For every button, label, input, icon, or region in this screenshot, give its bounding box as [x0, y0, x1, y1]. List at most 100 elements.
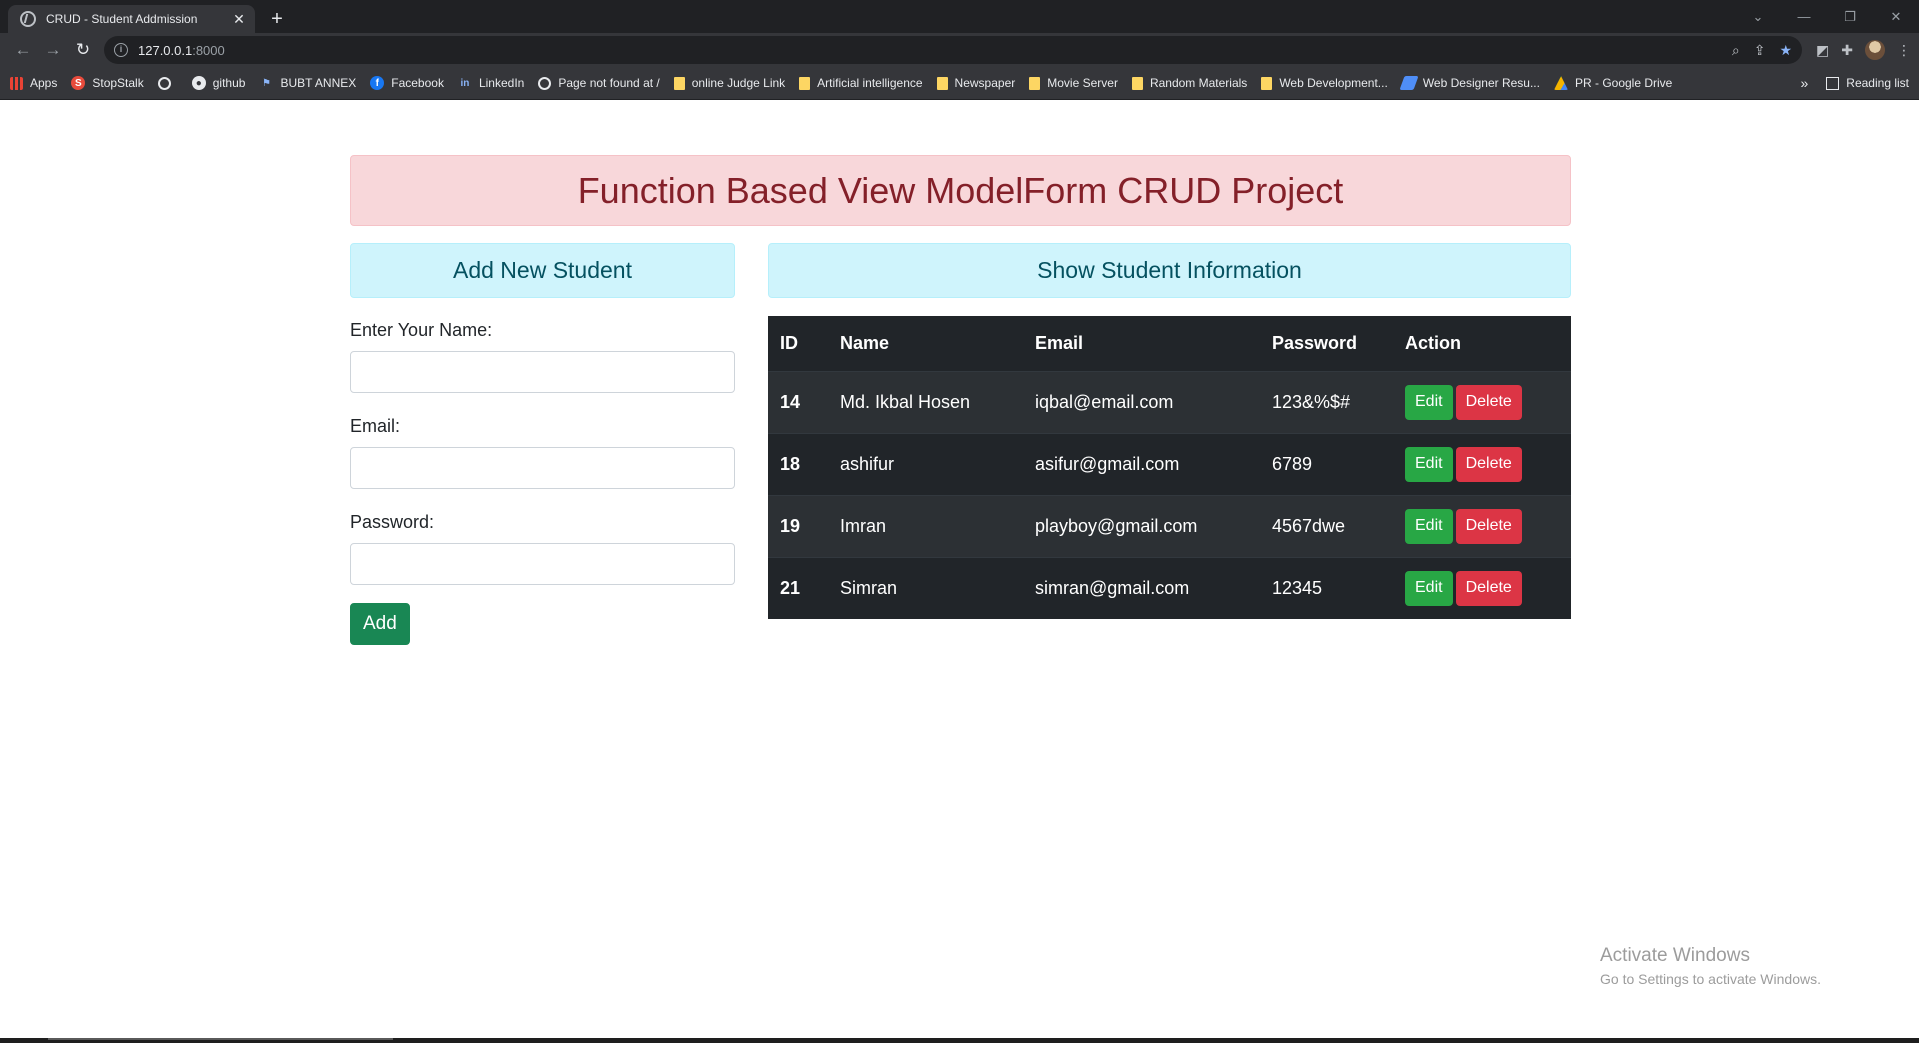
cell-password: 6789 [1260, 432, 1393, 495]
puzzle-extensions-icon[interactable]: ✚ [1841, 42, 1853, 59]
globe-icon [538, 76, 552, 90]
browser-tab-strip: CRUD - Student Addmission ✕ + ⌄ — ❐ ✕ [0, 0, 1919, 33]
delete-button[interactable]: Delete [1455, 446, 1522, 482]
edit-button[interactable]: Edit [1405, 570, 1453, 606]
add-button[interactable]: Add [350, 603, 410, 645]
bookmark-web-development[interactable]: Web Development... [1261, 76, 1388, 90]
cell-password: 12345 [1260, 556, 1393, 619]
delete-button[interactable]: Delete [1455, 384, 1522, 420]
page-content: Function Based View ModelForm CRUD Proje… [0, 100, 1919, 1035]
extension-icon[interactable]: ◩ [1816, 42, 1829, 59]
page-title: Function Based View ModelForm CRUD Proje… [350, 155, 1571, 226]
cell-action: Edit Delete [1393, 494, 1571, 557]
edit-button[interactable]: Edit [1405, 446, 1453, 482]
bookmark-bubt-annex[interactable]: ⚑ BUBT ANNEX [259, 76, 356, 90]
github-icon: ● [191, 76, 206, 90]
cell-id: 14 [768, 370, 828, 433]
edit-button[interactable]: Edit [1405, 384, 1453, 420]
table-header-row: ID Name Email Password Action [768, 316, 1571, 372]
bookmark-online-judge[interactable]: online Judge Link [673, 76, 785, 90]
bookmark-stopstalk[interactable]: S StopStalk [71, 76, 144, 90]
bookmark-apps[interactable]: Apps [10, 76, 57, 90]
password-label: Password: [350, 512, 435, 532]
reading-list-button[interactable]: Reading list [1826, 76, 1909, 90]
cell-action: Edit Delete [1393, 556, 1571, 619]
student-info-column: Show Student Information ID Name Email P… [768, 243, 1571, 619]
bookmark-globe[interactable] [157, 76, 178, 90]
name-label: Enter Your Name: [350, 320, 493, 340]
bookmark-web-designer[interactable]: Web Designer Resu... [1399, 76, 1540, 90]
email-label: Email: [350, 416, 401, 436]
close-window-icon[interactable]: ✕ [1873, 9, 1919, 25]
activate-windows-title: Activate Windows [1600, 945, 1750, 966]
name-input[interactable] [350, 351, 735, 393]
bookmark-movie-server[interactable]: Movie Server [1029, 76, 1118, 90]
apps-grid-icon [10, 76, 23, 90]
bookmark-ai[interactable]: Artificial intelligence [799, 76, 923, 90]
bookmark-github[interactable]: ● github [191, 76, 245, 90]
column-header-email: Email [1023, 316, 1260, 372]
profile-avatar[interactable] [1865, 40, 1885, 60]
tab-close-icon[interactable]: ✕ [231, 11, 247, 28]
bubt-icon: ⚑ [261, 77, 271, 89]
cell-password: 123&%$# [1260, 370, 1393, 433]
add-student-form: Enter Your Name: Email: Password: Add [350, 320, 735, 645]
folder-icon [673, 76, 685, 90]
bookmarks-bar: Apps S StopStalk ● github ⚑ BUBT ANNEX f Fac… [0, 67, 1919, 100]
web-designer-icon [1399, 76, 1419, 90]
new-tab-button[interactable]: + [263, 5, 291, 33]
folder-icon [1261, 76, 1273, 90]
reload-icon[interactable]: ↻ [68, 36, 98, 64]
cell-email: simran@gmail.com [1023, 556, 1260, 619]
globe-icon [157, 76, 171, 90]
cell-name: ashifur [828, 432, 1023, 495]
cell-action: Edit Delete [1393, 432, 1571, 495]
bookmark-star-icon[interactable]: ★ [1779, 42, 1792, 59]
windows-activation-watermark: Activate Windows Go to Settings to activ… [1600, 945, 1821, 987]
student-info-heading: Show Student Information [768, 243, 1571, 298]
bookmark-google-drive[interactable]: PR - Google Drive [1553, 76, 1672, 90]
restore-icon[interactable]: ❐ [1827, 9, 1873, 25]
cell-password: 4567dwe [1260, 494, 1393, 557]
cell-action: Edit Delete [1393, 370, 1571, 433]
folder-icon [936, 76, 948, 90]
site-info-icon[interactable]: i [114, 43, 128, 57]
facebook-icon: f [370, 76, 385, 90]
column-header-name: Name [828, 316, 1023, 372]
cell-id: 21 [768, 556, 828, 619]
tab-search-icon[interactable]: ⌄ [1735, 9, 1781, 25]
edit-button[interactable]: Edit [1405, 508, 1453, 544]
zoom-icon[interactable]: ⌕ [1732, 42, 1740, 59]
table-row: 18 ashifur asifur@gmail.com 6789 Edit Del… [768, 432, 1571, 495]
password-input[interactable] [350, 543, 735, 585]
cell-email: playboy@gmail.com [1023, 494, 1260, 557]
menu-kebab-icon[interactable]: ⋮ [1897, 42, 1911, 59]
address-bar[interactable]: i 127.0.0.1:8000 ⌕ ⇪ ★ [104, 36, 1803, 64]
delete-button[interactable]: Delete [1455, 508, 1522, 544]
column-header-action: Action [1393, 316, 1571, 372]
minimize-icon[interactable]: — [1781, 9, 1827, 24]
linkedin-icon: in [460, 77, 470, 89]
add-student-heading: Add New Student [350, 243, 735, 298]
activate-windows-subtitle: Go to Settings to activate Windows. [1600, 971, 1821, 987]
delete-button[interactable]: Delete [1455, 570, 1522, 606]
bookmark-page-not-found[interactable]: Page not found at / [538, 76, 660, 90]
tab-favicon-icon [20, 11, 36, 27]
email-input[interactable] [350, 447, 735, 489]
bookmark-linkedin[interactable]: in LinkedIn [458, 76, 525, 90]
forward-arrow-icon[interactable]: → [38, 36, 68, 64]
bookmark-newspaper[interactable]: Newspaper [936, 76, 1015, 90]
table-row: 21 Simran simran@gmail.com 12345 Edit Del… [768, 556, 1571, 619]
cell-name: Simran [828, 556, 1023, 619]
window-controls: ⌄ — ❐ ✕ [1735, 0, 1919, 33]
bookmark-random-materials[interactable]: Random Materials [1131, 76, 1247, 90]
browser-tab-active[interactable]: CRUD - Student Addmission ✕ [8, 5, 255, 33]
students-table: ID Name Email Password Action 14 Md. Ikb… [768, 316, 1571, 619]
folder-icon [1029, 76, 1041, 90]
taskbar-edge [0, 1038, 1919, 1043]
share-icon[interactable]: ⇪ [1754, 42, 1766, 59]
bookmarks-overflow-icon[interactable]: » [1801, 75, 1809, 91]
bookmark-facebook[interactable]: f Facebook [370, 76, 444, 90]
back-arrow-icon[interactable]: ← [8, 36, 38, 64]
cell-id: 19 [768, 494, 828, 557]
